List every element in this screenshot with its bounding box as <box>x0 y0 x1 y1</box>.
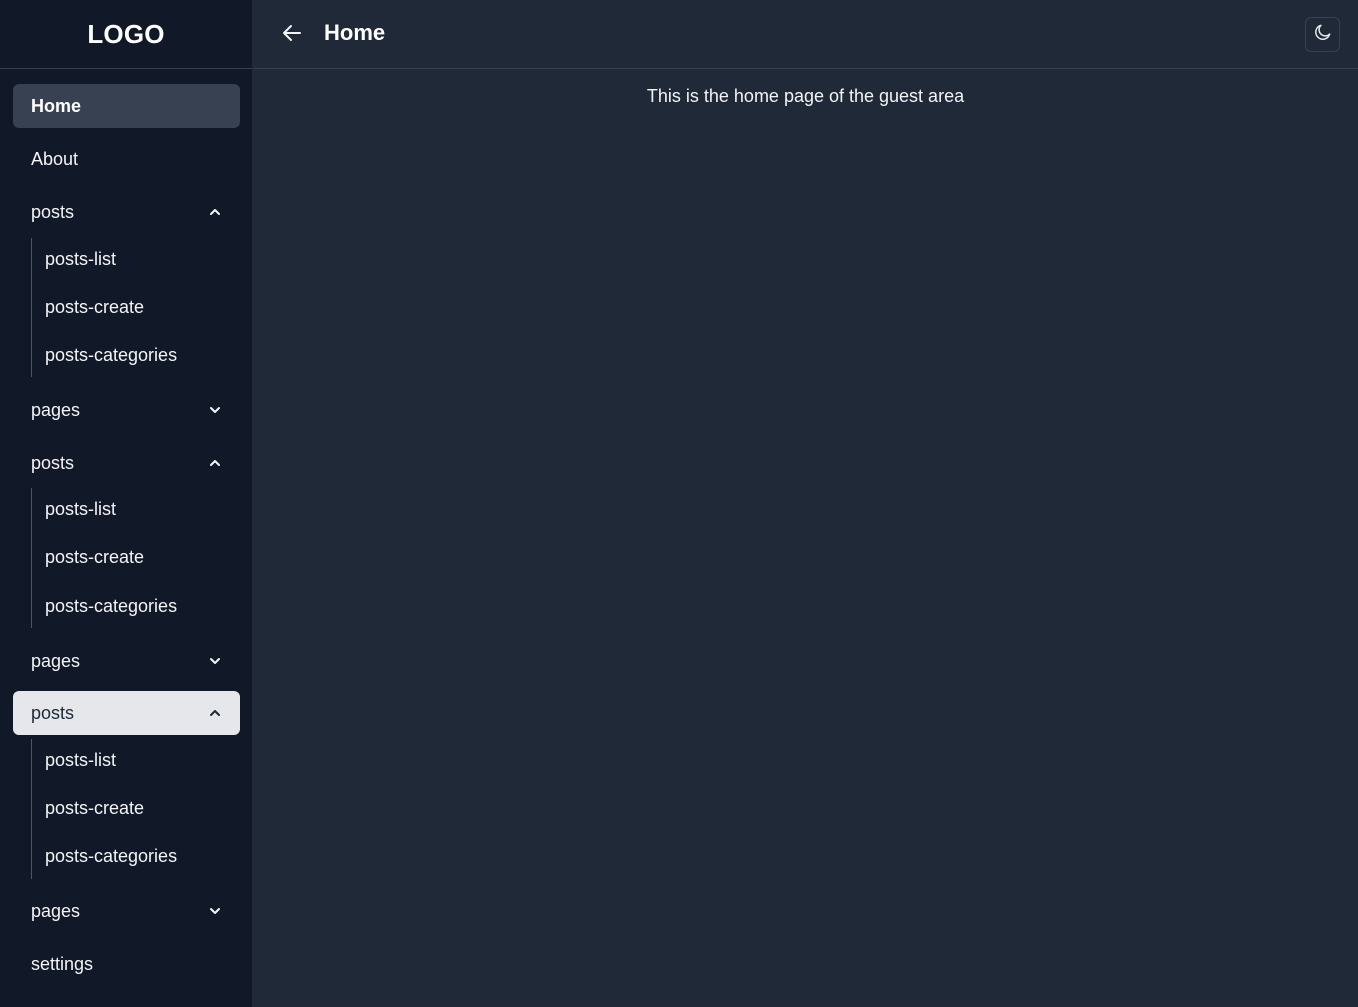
sidebar-subitem-posts-categories[interactable]: posts-categories <box>45 841 177 871</box>
sidebar-item-pages[interactable]: pages <box>13 639 240 683</box>
top-bar: Home <box>253 0 1358 69</box>
main-content: Home This is the home page of the guest … <box>253 0 1358 1007</box>
app-shell: LOGO Home About posts posts-list posts-c… <box>0 0 1358 1007</box>
sidebar-item-label: pages <box>31 650 81 671</box>
logo[interactable]: LOGO <box>87 19 164 50</box>
sidebar-item-settings[interactable]: settings <box>13 942 240 986</box>
chevron-up-icon <box>208 456 222 470</box>
arrow-left-icon <box>281 22 303 49</box>
sidebar-item-about[interactable]: About <box>13 137 240 181</box>
sidebar: LOGO Home About posts posts-list posts-c… <box>0 0 253 1007</box>
sidebar-subitem-posts-create[interactable]: posts-create <box>45 793 144 823</box>
chevron-down-icon <box>208 904 222 918</box>
sidebar-item-posts[interactable]: posts <box>13 691 240 735</box>
sidebar-subitem-posts-list[interactable]: posts-list <box>45 494 116 524</box>
sidebar-item-home[interactable]: Home <box>13 84 240 128</box>
sidebar-item-label: posts <box>31 201 75 222</box>
sidebar-subitem-posts-list[interactable]: posts-list <box>45 244 116 274</box>
sidebar-subitem-posts-categories[interactable]: posts-categories <box>45 340 177 370</box>
sidebar-item-label: posts <box>31 452 75 473</box>
posts-submenu: posts-list posts-create posts-categories <box>31 739 240 879</box>
posts-submenu: posts-list posts-create posts-categories <box>31 488 240 628</box>
sidebar-subitem-posts-create[interactable]: posts-create <box>45 292 144 322</box>
sidebar-item-label: About <box>31 148 79 169</box>
chevron-up-icon <box>208 706 222 720</box>
sidebar-item-label: posts <box>31 702 75 723</box>
posts-submenu: posts-list posts-create posts-categories <box>31 238 240 377</box>
back-button[interactable] <box>279 22 305 48</box>
sidebar-item-posts[interactable]: posts <box>13 190 240 234</box>
sidebar-item-posts[interactable]: posts <box>13 441 240 485</box>
sidebar-item-label: Home <box>31 95 82 116</box>
theme-toggle-button[interactable] <box>1305 17 1340 52</box>
sidebar-item-label: pages <box>31 399 81 420</box>
sidebar-subitem-posts-create[interactable]: posts-create <box>45 542 144 572</box>
chevron-up-icon <box>208 205 222 219</box>
sidebar-item-pages[interactable]: pages <box>13 388 240 432</box>
moon-icon <box>1313 22 1333 47</box>
sidebar-item-label: settings <box>31 953 94 974</box>
sidebar-item-label: pages <box>31 900 81 921</box>
sidebar-item-pages[interactable]: pages <box>13 889 240 933</box>
sidebar-subitem-posts-categories[interactable]: posts-categories <box>45 591 177 621</box>
sidebar-subitem-posts-list[interactable]: posts-list <box>45 745 116 775</box>
home-message: This is the home page of the guest area <box>646 86 965 106</box>
page-title: Home <box>324 20 386 45</box>
logo-bar: LOGO <box>0 0 252 69</box>
chevron-down-icon <box>208 654 222 668</box>
chevron-down-icon <box>208 403 222 417</box>
